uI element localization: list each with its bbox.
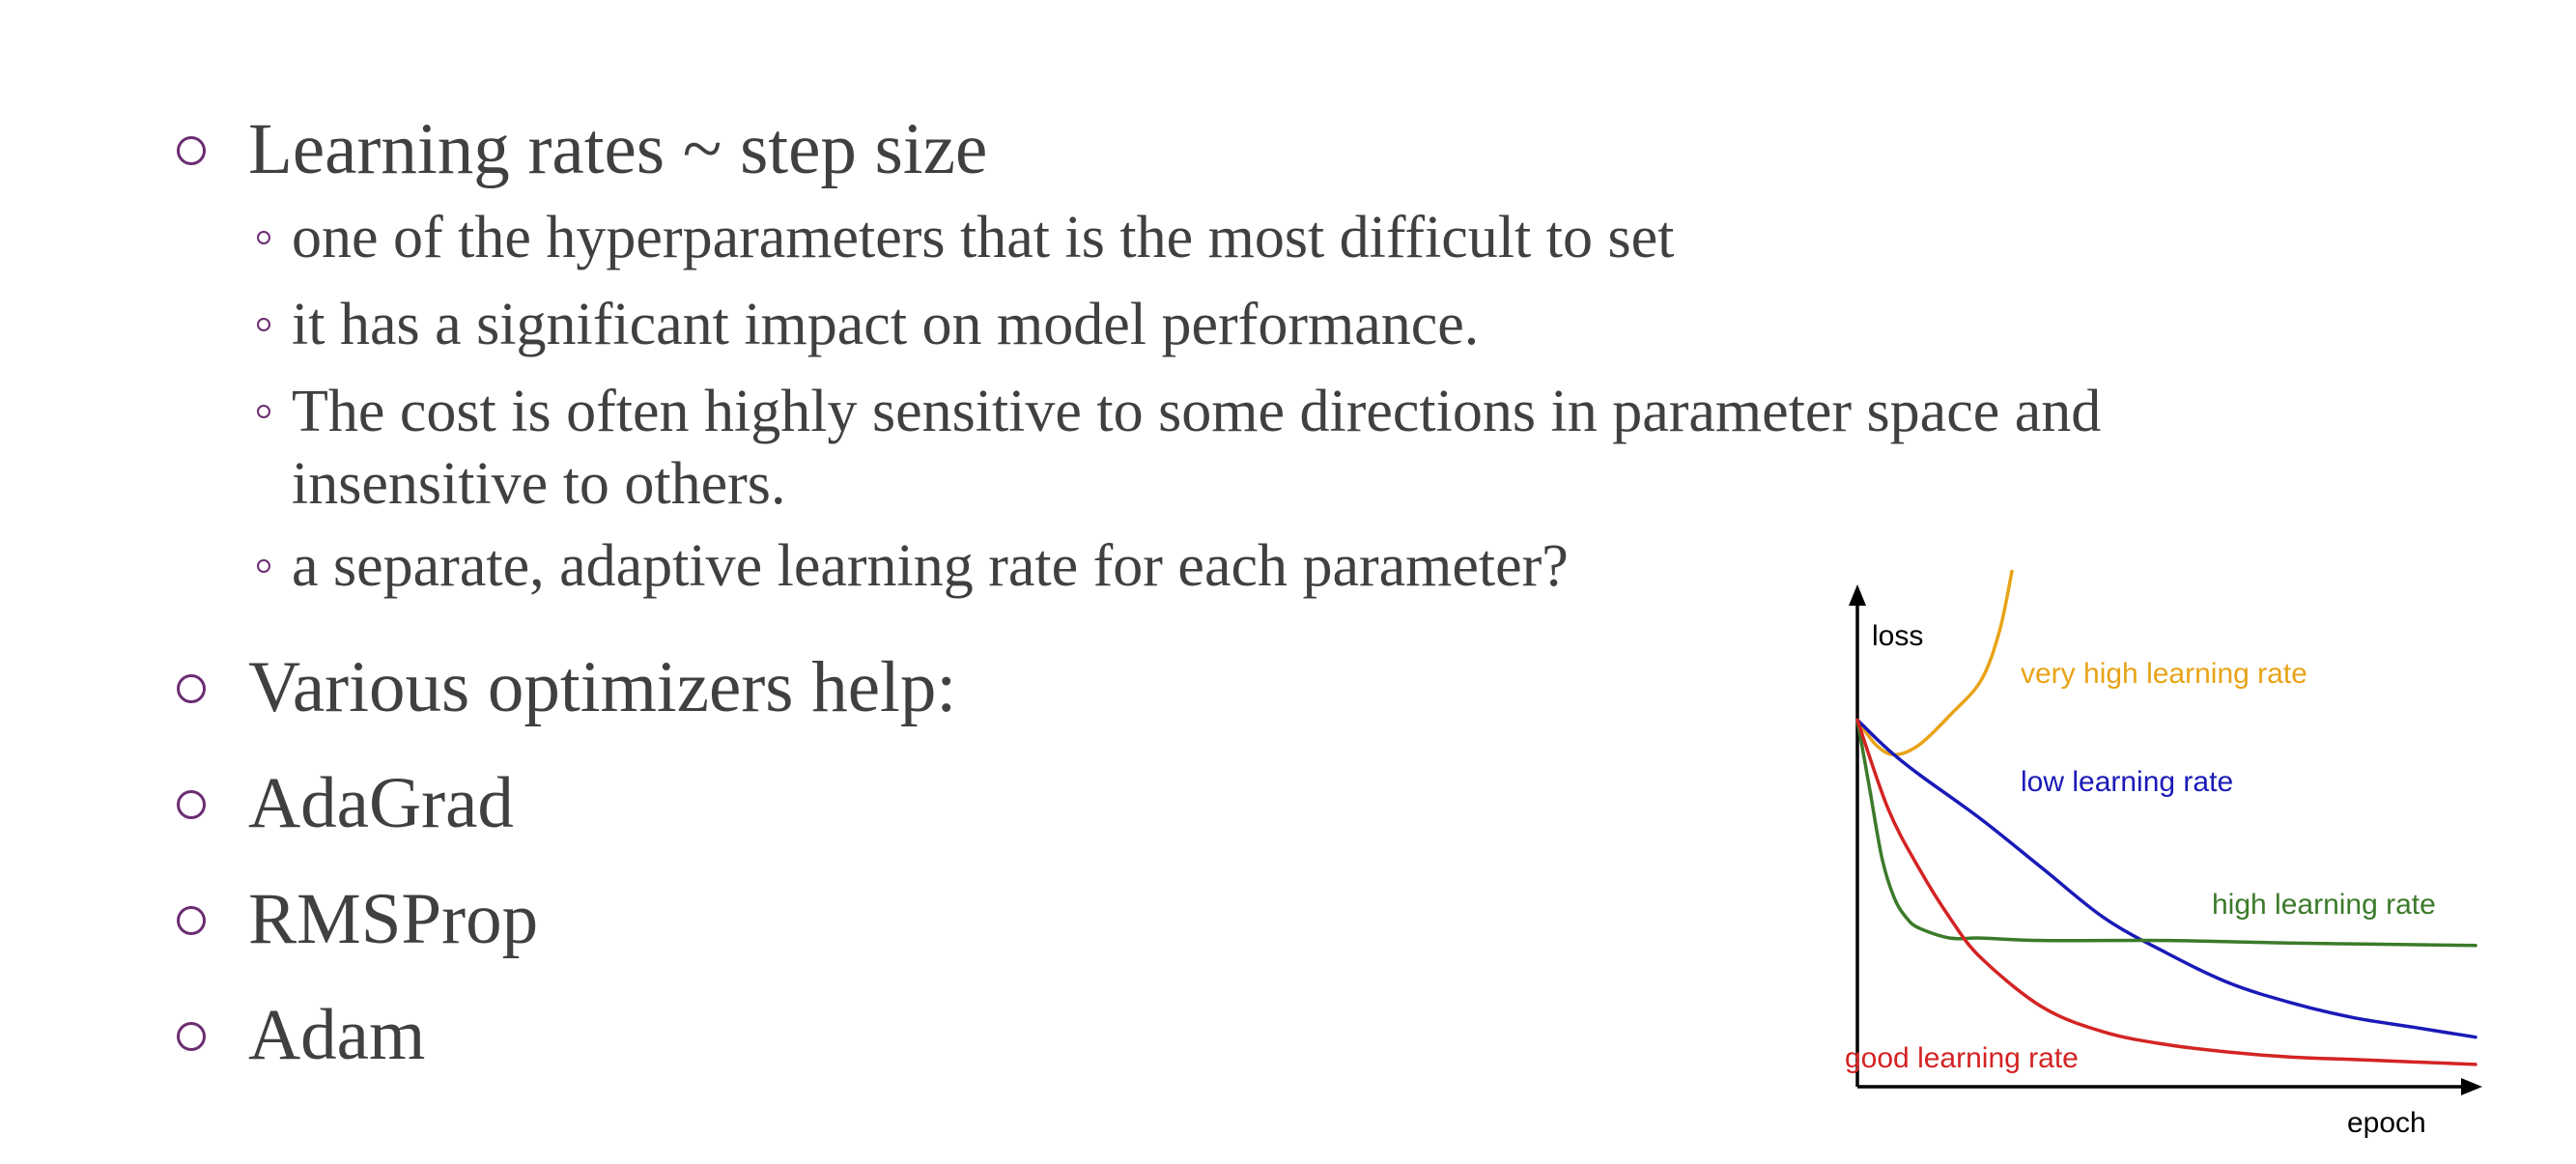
series-label-good-learning-rate: good learning rate — [1845, 1042, 2079, 1074]
series-line-very-high-learning-rate — [1855, 569, 2014, 757]
subbullet-text: a separate, adaptive learning rate for e… — [292, 533, 1569, 599]
subbullet-circle-icon — [257, 559, 270, 573]
y-axis-label: loss — [1872, 620, 1923, 652]
learning-rate-loss-chart: loss epoch very high learning rate low lea… — [1845, 569, 2482, 1139]
chart-series — [1855, 569, 2477, 1066]
series-label-low-learning-rate: low learning rate — [2021, 766, 2233, 798]
bullet-text: Adam — [248, 995, 426, 1075]
slide: Learning rates ~ step size one of the hy… — [0, 0, 2576, 1164]
subbullet-circle-icon — [257, 405, 270, 418]
subbullet-text: The cost is often highly sensitive to so… — [292, 379, 2102, 444]
bullet-circle-icon — [177, 1022, 206, 1051]
chart-labels: very high learning rate low learning rate… — [1845, 658, 2436, 1074]
x-axis-arrow-icon — [2461, 1078, 2482, 1095]
series-label-high-learning-rate: high learning rate — [2212, 889, 2436, 921]
y-axis-arrow-icon — [1849, 584, 1866, 606]
subbullet-text: it has a significant impact on model per… — [292, 292, 1480, 357]
bullet-circle-icon — [177, 136, 206, 165]
x-axis-label: epoch — [2347, 1107, 2426, 1139]
series-label-very-high-learning-rate: very high learning rate — [2021, 658, 2307, 690]
bullet-circle-icon — [177, 906, 206, 935]
bullet-circle-icon — [177, 790, 206, 819]
bullet-circle-icon — [177, 674, 206, 703]
subbullet-circle-icon — [257, 231, 270, 244]
subbullet-text: insensitive to others. — [292, 451, 786, 517]
bullet-text: RMSProp — [248, 879, 539, 959]
bullet-text: Learning rates ~ step size — [248, 109, 988, 189]
subbullet-text: one of the hyperparameters that is the m… — [292, 205, 1675, 270]
bullet-text: AdaGrad — [248, 763, 514, 843]
bullet-text: Various optimizers help: — [248, 647, 957, 727]
subbullet-circle-icon — [257, 318, 270, 331]
